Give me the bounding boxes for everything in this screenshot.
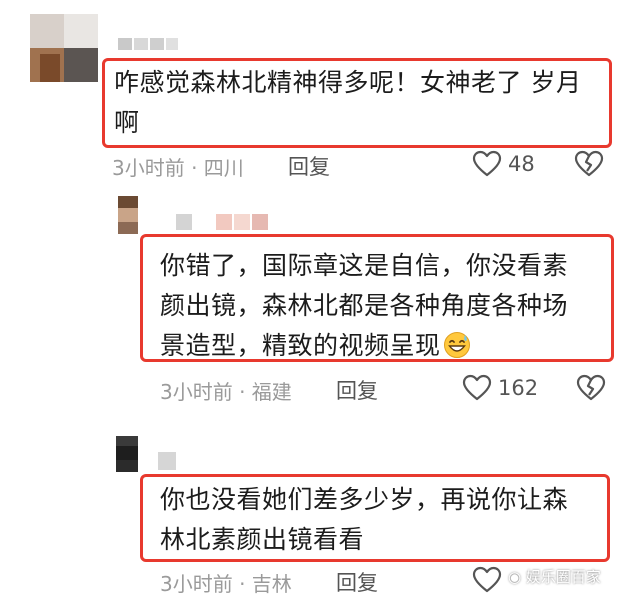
broken-heart-icon [574, 150, 604, 177]
comment-text-line: 你错了，国际章这是自信，你没看素 [160, 251, 569, 280]
dislike-button[interactable] [574, 150, 604, 182]
camera-icon: ◉ [508, 568, 522, 586]
reply-button[interactable]: 回复 [336, 567, 378, 597]
comment-text-line: 你也没看她们差多少岁，再说你让森 [160, 485, 569, 514]
broken-heart-icon [576, 374, 606, 401]
username-blurred[interactable] [176, 214, 276, 230]
heart-outline-icon [472, 150, 502, 177]
username-blurred[interactable] [118, 38, 178, 50]
comment-meta: 3小时前 · 四川 [112, 156, 244, 180]
reply-button[interactable]: 回复 [336, 375, 378, 405]
like-count: 48 [508, 152, 535, 176]
watermark: ◉ 娱乐圈百家 [508, 566, 601, 587]
like-button[interactable]: 48 [472, 150, 535, 178]
comment-text-line: 颜出镜，森林北都是各种角度各种场 [160, 291, 569, 320]
comment-meta: 3小时前 · 福建 [160, 380, 292, 404]
avatar[interactable] [30, 14, 98, 82]
like-button[interactable]: 162 [462, 374, 538, 402]
comment-text-line: 啊 [114, 108, 140, 137]
comment-text-line-with-emoji: 景造型，精致的视频呈现 [160, 326, 471, 366]
comment-meta: 3小时前 · 吉林 [160, 572, 292, 596]
heart-outline-icon [462, 374, 492, 401]
watermark-text: 娱乐圈百家 [525, 568, 601, 586]
like-count: 162 [498, 376, 539, 400]
username-blurred[interactable] [158, 452, 178, 470]
heart-outline-icon [472, 566, 502, 593]
grinning-sweat-emoji [443, 332, 470, 358]
reply-button[interactable]: 回复 [288, 151, 330, 181]
like-button[interactable] [472, 566, 502, 594]
avatar[interactable] [116, 436, 138, 472]
comment-text-line: 咋感觉森林北精神得多呢！女神老了 岁月 [114, 68, 582, 97]
comment-text-line: 林北素颜出镜看看 [160, 525, 365, 554]
avatar[interactable] [118, 196, 138, 234]
dislike-button[interactable] [576, 374, 606, 406]
